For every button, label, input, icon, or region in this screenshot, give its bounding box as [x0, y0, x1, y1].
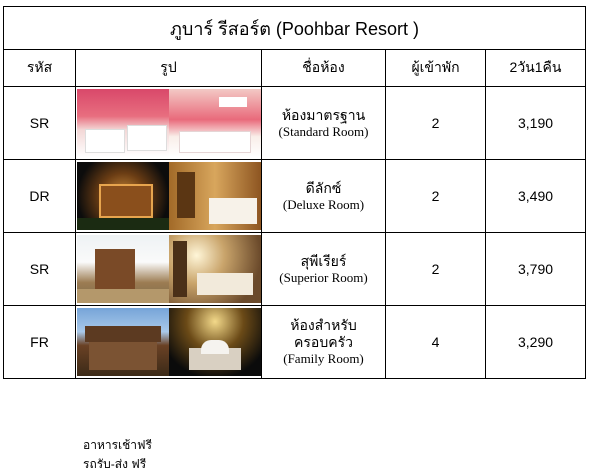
room-guests: 2	[385, 86, 486, 160]
header-code: รหัส	[3, 49, 76, 87]
room-guests: 4	[385, 305, 486, 379]
header-row: รหัส รูป ชื่อห้อง ผู้เข้าพัก 2วัน1คืน	[3, 49, 587, 87]
room-price: 3,490	[484, 159, 587, 233]
room-price: 3,790	[484, 232, 587, 306]
amenities-notes: อาหารเช้าฟรี รถรับ-ส่ง ฟรี	[83, 436, 152, 474]
room-photos	[75, 86, 262, 160]
standard-room-photo-1	[76, 89, 169, 157]
room-price: 3,290	[484, 305, 587, 379]
room-name-thai: ห้องสำหรับครอบครัว	[290, 317, 357, 350]
room-guests: 2	[385, 232, 486, 306]
header-guests: ผู้เข้าพัก	[385, 49, 486, 87]
room-guests: 2	[385, 159, 486, 233]
room-price: 3,190	[484, 86, 587, 160]
room-code: SR	[3, 232, 76, 306]
header-room-name: ชื่อห้อง	[261, 49, 386, 87]
room-name-english: (Standard Room)	[278, 123, 369, 139]
room-name: สุพีเรียร์ (Superior Room)	[261, 232, 386, 306]
standard-room-photo-2	[168, 89, 261, 157]
room-photos	[75, 305, 262, 379]
table-row: FR ห้องสำหรับครอบครัว (Family Room) 4 3,…	[3, 305, 587, 379]
note-free-breakfast: อาหารเช้าฟรี	[83, 438, 152, 452]
room-code: DR	[3, 159, 76, 233]
room-code: FR	[3, 305, 76, 379]
room-name-english: (Family Room)	[283, 351, 364, 366]
room-name-english: (Deluxe Room)	[282, 196, 365, 212]
room-name: ห้องสำหรับครอบครัว (Family Room)	[261, 305, 386, 379]
room-photos	[75, 232, 262, 306]
room-code: SR	[3, 86, 76, 160]
deluxe-room-photo-1	[76, 162, 169, 230]
note-free-shuttle: รถรับ-ส่ง ฟรี	[83, 457, 147, 471]
room-photos	[75, 159, 262, 233]
room-name-thai: ดีลักซ์	[305, 179, 342, 196]
family-room-photo-1	[76, 308, 169, 376]
family-room-photo-2	[168, 308, 261, 376]
header-price: 2วัน1คืน	[484, 49, 587, 87]
superior-room-photo-1	[76, 235, 169, 303]
rooms-table: ภูบาร์ รีสอร์ต (Poohbar Resort ) รหัส รู…	[2, 6, 587, 379]
room-name: ดีลักซ์ (Deluxe Room)	[261, 159, 386, 233]
table-title: ภูบาร์ รีสอร์ต (Poohbar Resort )	[2, 6, 587, 50]
table-row: DR ดีลักซ์ (Deluxe Room) 2 3,490	[3, 159, 587, 233]
deluxe-room-photo-2	[168, 162, 261, 230]
room-name: ห้องมาตรฐาน (Standard Room)	[261, 86, 386, 160]
room-name-thai: สุพีเรียร์	[300, 252, 347, 269]
room-name-thai: ห้องมาตรฐาน	[281, 106, 366, 123]
superior-room-photo-2	[168, 235, 261, 303]
room-name-english: (Superior Room)	[279, 269, 368, 285]
table-row: SR สุพีเรียร์ (Superior Room) 2 3,790	[3, 232, 587, 306]
table-row: SR ห้องมาตรฐาน (Standard Room) 2 3,190	[3, 86, 587, 160]
header-photo: รูป	[75, 49, 262, 87]
